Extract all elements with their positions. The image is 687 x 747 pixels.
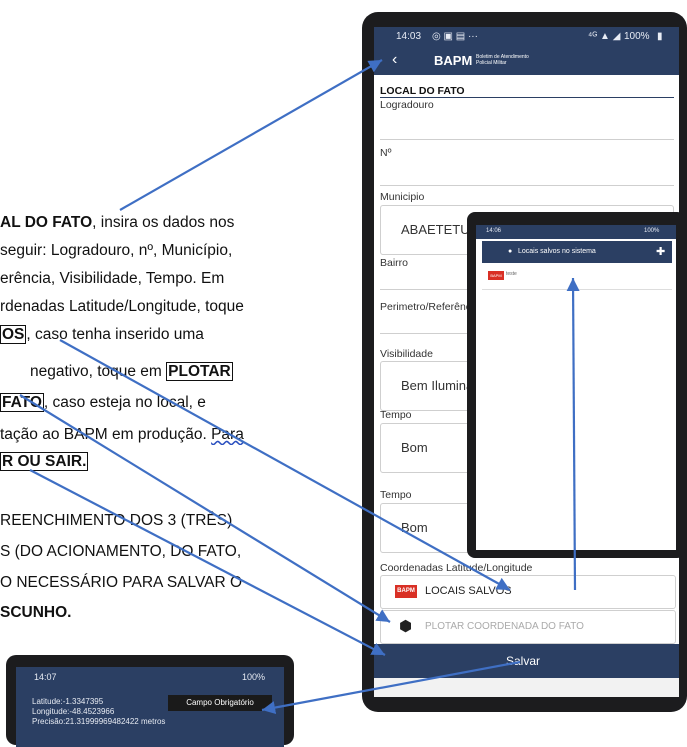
tempo-value: Bom	[401, 440, 428, 455]
doc-line: O NECESSÁRIO PARA SALVAR O	[0, 574, 243, 591]
plotar-button[interactable]: ⬢ PLOTAR COORDENADA DO FATO	[380, 610, 676, 644]
save-label: Salvar	[506, 654, 541, 668]
plotar-label: PLOTAR COORDENADA DO FATO	[425, 621, 584, 632]
longitude-text: Longitude:-48.4523966	[32, 707, 115, 716]
saved-location-item[interactable]: BAPM teste	[482, 265, 672, 290]
precisao-text: Precisão:21.31999969482422 metros	[32, 717, 166, 726]
doc-line: FATO, caso esteja no local, e	[0, 392, 352, 413]
overlay-location-icon: ●	[508, 248, 513, 255]
latitude-text: Latitude:-1.3347395	[32, 697, 104, 706]
doc-line: seguir: Logradouro, nº, Município,	[0, 242, 233, 259]
battery-icon: ▮	[657, 31, 663, 42]
section-title: LOCAL DO FATO	[380, 85, 465, 97]
save-button[interactable]: Salvar	[374, 644, 679, 678]
tempo2-label: Tempo	[380, 489, 412, 501]
doc-line: erência, Visibilidade, Tempo. Em	[0, 270, 225, 287]
doc-bold-text: AL DO FATO	[0, 214, 93, 231]
perimetro-label: Perimetro/Referência	[380, 301, 480, 313]
map-pin-icon: ⬢	[399, 618, 413, 635]
coords-label: Coordenadas Latitude/Longitude	[380, 562, 533, 574]
add-location-icon[interactable]: ✚	[656, 245, 665, 258]
tempo2-value: Bom	[401, 520, 428, 535]
overlay-status-bar: 14:06 100%	[476, 225, 676, 239]
doc-boxed-text: PLOTAR	[166, 362, 233, 381]
doc-text: tação ao BAPM em produção.	[0, 426, 212, 443]
doc-text: , caso tenha inserido uma	[26, 326, 204, 343]
overlay-phone-screen: 14:06 100% ● Locais salvos no sistema ✚ …	[476, 225, 676, 550]
status-bar: 14:03 ◎ ▣ ▤ ··· ⁴ᴳ ▲ ◢ 100% ▮	[374, 27, 679, 47]
app-subtitle: Boletim de Atendimento Policial Militar	[476, 54, 529, 66]
doc-line: AL DO FATO, insira os dados nos	[0, 212, 352, 233]
logradouro-label: Logradouro	[380, 99, 434, 111]
arrow-to-section	[119, 59, 383, 211]
doc-text: negativo, toque em	[30, 363, 167, 380]
doc-boxed-text: R OU SAIR.	[0, 452, 89, 471]
doc-text: , insira os dados nos	[92, 214, 235, 231]
coords-readout: Latitude:-1.3347395 Longitude:-48.452396…	[32, 697, 165, 727]
doc-boxed-text: FATO	[0, 393, 44, 412]
doc-line: R OU SAIR.	[0, 451, 352, 472]
doc-line: SCUNHO.	[0, 604, 72, 621]
visibilidade-label: Visibilidade	[380, 348, 433, 360]
app-title: BAPM	[434, 53, 473, 68]
municipio-label: Municipio	[380, 191, 425, 203]
item-text: teste	[506, 271, 517, 277]
back-arrow-icon[interactable]: ‹	[392, 51, 397, 69]
doc-line: OS, caso tenha inserido uma	[0, 324, 352, 345]
doc-line: REENCHIMENTO DOS 3 (TRÊS)	[0, 512, 233, 529]
overlay-status-time: 14:06	[486, 228, 502, 234]
numero-input[interactable]	[380, 185, 674, 186]
notification-icons: ◎ ▣ ▤ ···	[432, 31, 478, 42]
doc-line: S (DO ACIONAMENTO, DO FATO,	[0, 543, 242, 560]
doc-line: negativo, toque em PLOTAR	[30, 361, 352, 382]
arrow-to-salvar	[29, 469, 386, 656]
signal-icon: ⁴ᴳ ▲ ◢	[588, 31, 621, 42]
bairro-label: Bairro	[380, 257, 409, 269]
bottom-status-time: 14:07	[34, 672, 57, 682]
status-time: 14:03	[396, 31, 422, 42]
tempo-label: Tempo	[380, 409, 412, 421]
doc-underlined-text: Para	[211, 426, 244, 443]
logradouro-input[interactable]	[380, 139, 674, 140]
campo-obrigatorio-button[interactable]: Campo Obrigatório	[168, 695, 272, 711]
item-bapm-badge-icon: BAPM	[488, 271, 504, 280]
doc-line: tação ao BAPM em produção. Para	[0, 424, 352, 445]
doc-text: , caso esteja no local, e	[43, 394, 206, 411]
section-divider	[380, 97, 674, 98]
doc-line: rdenadas Latitude/Longitude, toque	[0, 298, 244, 315]
bottom-battery-text: 100%	[242, 672, 266, 682]
overlay-title: Locais salvos no sistema	[518, 248, 596, 255]
app-bar: ‹ BAPM Boletim de Atendimento Policial M…	[374, 47, 679, 75]
nav-bar	[374, 678, 679, 697]
locais-salvos-label: LOCAIS SALVOS	[425, 585, 512, 597]
numero-label: Nº	[380, 147, 392, 159]
locais-salvos-button[interactable]: BAPM LOCAIS SALVOS	[380, 575, 676, 609]
doc-boxed-text: OS	[0, 325, 27, 344]
bottom-phone-screen: 14:07 100% Latitude:-1.3347395 Longitude…	[16, 667, 284, 747]
overlay-battery-text: 100%	[644, 228, 660, 234]
overlay-title-bar: ● Locais salvos no sistema ✚	[482, 241, 672, 263]
battery-text: 100%	[624, 31, 650, 42]
bapm-badge-icon: BAPM	[395, 585, 417, 598]
